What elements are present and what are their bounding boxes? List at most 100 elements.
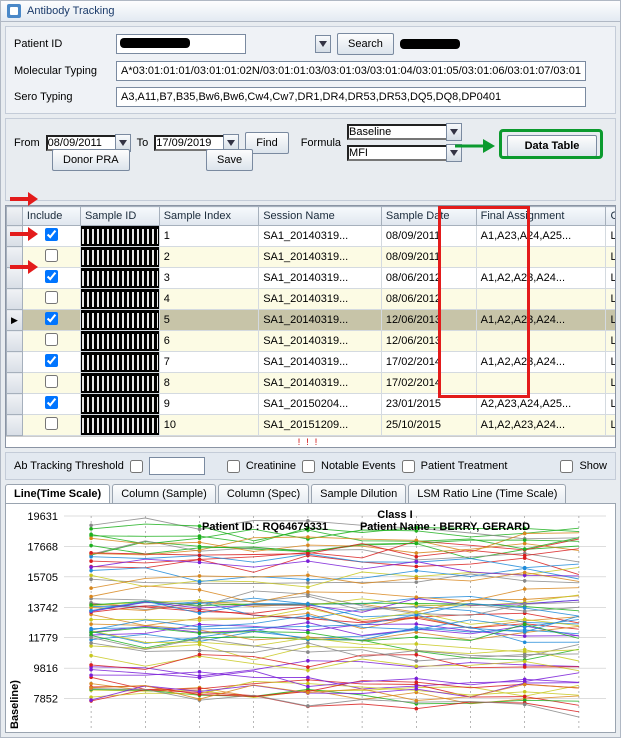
tab-2[interactable]: Column (Spec)	[218, 484, 309, 503]
cell-cat: LS1A04NC13_...	[606, 268, 615, 289]
table-row[interactable]: 4SA1_20140319...08/06/2012 LS1A04NC12_...	[7, 289, 616, 310]
cell-cat: LS1A04NC13_...	[606, 226, 615, 247]
creatinine-label: Creatinine	[246, 460, 296, 472]
tab-1[interactable]: Column (Sample)	[112, 484, 216, 503]
chevron-down-icon[interactable]	[315, 35, 331, 53]
cell-final	[476, 289, 606, 310]
cell-cat: LS1A04NC12_...	[606, 289, 615, 310]
svg-text:11779: 11779	[28, 633, 58, 645]
cell-idx: 8	[159, 373, 259, 394]
table-row[interactable]: 3SA1_20140319...08/06/2012A1,A2,A23,A24.…	[7, 268, 616, 289]
save-button[interactable]: Save	[206, 149, 253, 171]
cell-idx: 4	[159, 289, 259, 310]
cell-idx: 5	[159, 310, 259, 331]
formula-select-2[interactable]	[347, 145, 447, 161]
cell-final: A1,A2,A23,A24...	[476, 310, 606, 331]
formula-select-1[interactable]	[347, 124, 447, 140]
cell-session: SA1_20150204...	[259, 394, 382, 415]
chevron-down-icon[interactable]	[446, 123, 462, 141]
include-checkbox[interactable]	[45, 270, 58, 283]
svg-text:15705: 15705	[27, 572, 58, 584]
include-checkbox[interactable]	[45, 312, 58, 325]
patient-treatment-label: Patient Treatment	[421, 460, 508, 472]
table-row[interactable]: 9SA1_20150204...23/01/2015A2,A23,A24,A25…	[7, 394, 616, 415]
sero-typing-field[interactable]	[116, 87, 586, 107]
annotation-red-arrow	[10, 225, 38, 243]
include-checkbox[interactable]	[45, 291, 58, 304]
table-row[interactable]: 1SA1_20140319...08/09/2011A1,A23,A24,A25…	[7, 226, 616, 247]
column-header[interactable]: Include	[22, 207, 80, 226]
search-button[interactable]: Search	[337, 33, 394, 55]
svg-text:7852: 7852	[34, 694, 58, 706]
column-header[interactable]: Sample ID	[80, 207, 159, 226]
donor-pra-button[interactable]: Donor PRA	[52, 149, 130, 171]
cell-final	[476, 373, 606, 394]
cell-date: 08/06/2012	[381, 268, 476, 289]
table-row[interactable]: 2SA1_20140319...08/09/2011LS1A04NC12_...	[7, 247, 616, 268]
column-header[interactable]: Sample Date	[381, 207, 476, 226]
include-checkbox[interactable]	[45, 249, 58, 262]
include-checkbox[interactable]	[45, 333, 58, 346]
tab-4[interactable]: LSM Ratio Line (Time Scale)	[408, 484, 566, 503]
cell-cat: LS1A04NC15_...	[606, 415, 615, 436]
cell-session: SA1_20140319...	[259, 289, 382, 310]
sample-id-cell	[80, 352, 159, 373]
from-label: From	[14, 137, 40, 149]
column-header[interactable]: Session Name	[259, 207, 382, 226]
cell-session: SA1_20151209...	[259, 415, 382, 436]
column-header[interactable]: Final Assignment	[476, 207, 606, 226]
table-row[interactable]: 6SA1_20140319...12/06/2013LS1A04NC12_...	[7, 331, 616, 352]
include-checkbox[interactable]	[45, 396, 58, 409]
cell-final: A2,A23,A24,A25...	[476, 394, 606, 415]
sample-id-cell	[80, 289, 159, 310]
include-checkbox[interactable]	[45, 375, 58, 388]
threshold-checkbox[interactable]	[130, 460, 143, 473]
include-checkbox[interactable]	[45, 228, 58, 241]
sample-id-cell	[80, 310, 159, 331]
chevron-down-icon[interactable]	[446, 144, 462, 162]
svg-text:Baseline): Baseline)	[9, 680, 21, 729]
cell-date: 25/10/2015	[381, 415, 476, 436]
molecular-typing-label: Molecular Typing	[14, 65, 110, 77]
notable-events-checkbox[interactable]	[302, 460, 315, 473]
column-header[interactable]: Sample Index	[159, 207, 259, 226]
tab-3[interactable]: Sample Dilution	[311, 484, 406, 503]
include-checkbox[interactable]	[45, 354, 58, 367]
cell-final: A1,A23,A24,A25...	[476, 226, 606, 247]
cell-cat: LS1A04NC12_...	[606, 247, 615, 268]
molecular-typing-field[interactable]	[116, 61, 586, 81]
svg-text:Patient ID : RQ64679331: Patient ID : RQ64679331	[202, 521, 328, 533]
table-row[interactable]: 8SA1_20140319...17/02/2014LS1A04NC12_...	[7, 373, 616, 394]
sample-id-cell	[80, 247, 159, 268]
include-checkbox[interactable]	[45, 417, 58, 430]
cell-session: SA1_20140319...	[259, 331, 382, 352]
cell-idx: 7	[159, 352, 259, 373]
cell-final: A1,A2,A23,A24...	[476, 415, 606, 436]
threshold-bar: Ab Tracking Threshold Creatinine Notable…	[5, 452, 616, 480]
redacted-text	[400, 39, 460, 49]
cell-date: 08/09/2011	[381, 247, 476, 268]
tab-0[interactable]: Line(Time Scale)	[5, 484, 110, 503]
column-header[interactable]: Catalog ID	[606, 207, 615, 226]
threshold-value-input[interactable]	[149, 457, 205, 475]
cell-session: SA1_20140319...	[259, 352, 382, 373]
show-checkbox[interactable]	[560, 460, 573, 473]
notable-events-label: Notable Events	[321, 460, 396, 472]
cell-final: A1,A2,A23,A24...	[476, 268, 606, 289]
table-row[interactable]: 7SA1_20140319...17/02/2014A1,A2,A23,A24.…	[7, 352, 616, 373]
sero-typing-label: Sero Typing	[14, 91, 110, 103]
filter-bar: From To Find Formula Donor PRA Save Data…	[5, 118, 616, 201]
patient-treatment-checkbox[interactable]	[402, 460, 415, 473]
svg-text:9816: 9816	[34, 663, 58, 675]
sample-id-cell	[80, 268, 159, 289]
window-titlebar: Antibody Tracking	[1, 1, 620, 22]
cell-idx: 2	[159, 247, 259, 268]
creatinine-checkbox[interactable]	[227, 460, 240, 473]
data-table-button[interactable]: Data Table	[507, 135, 597, 157]
cell-date: 08/06/2012	[381, 289, 476, 310]
annotation-red-arrow	[10, 190, 38, 208]
cell-date: 12/06/2013	[381, 331, 476, 352]
sample-id-cell	[80, 394, 159, 415]
table-row[interactable]: 10SA1_20151209...25/10/2015A1,A2,A23,A24…	[7, 415, 616, 436]
table-row[interactable]: ▶5SA1_20140319...12/06/2013A1,A2,A23,A24…	[7, 310, 616, 331]
